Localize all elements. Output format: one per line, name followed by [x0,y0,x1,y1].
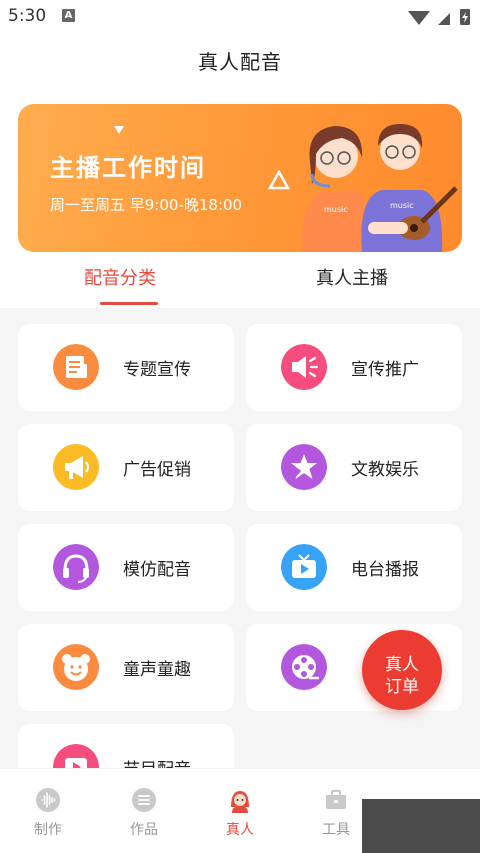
hero-section: 主播工作时间 周一至周五 早9:00-晚18:00 music music 配音… [0,90,480,308]
page-title: 真人配音 [198,50,282,74]
status-bar: 5:30 A [0,0,480,34]
nav-label: 作品 [130,822,158,838]
hosts-illustration: music music [301,124,458,252]
banner-title: 主播工作时间 [50,154,206,182]
category-label: 文教娱乐 [351,460,419,480]
category-label: 宣传推广 [351,360,419,380]
tv-icon [281,544,327,590]
category-card-imitation[interactable]: 模仿配音 [18,524,234,611]
category-card-ad-sales[interactable]: 广告促销 [18,424,234,511]
bottom-navigation: 制作 作品 真人 工具 [0,768,480,853]
work-hours-banner[interactable]: 主播工作时间 周一至周五 早9:00-晚18:00 music music [18,104,462,252]
toolbox-icon [326,790,346,809]
status-time: 5:30 [8,6,47,26]
category-card-kids-voice[interactable]: 童声童趣 [18,624,234,711]
bear-icon [53,644,99,690]
live-order-button[interactable]: 真人 订单 [362,630,442,710]
nav-item-works[interactable]: 作品 [96,787,192,839]
tab-dubbing-categories[interactable]: 配音分类 [0,264,240,290]
film-reel-icon [281,644,327,690]
category-card-edu-entertainment[interactable]: 文教娱乐 [246,424,462,511]
tab-bar: 配音分类 真人主播 [0,252,480,308]
svg-text:music: music [324,205,348,214]
fab-label-line2: 订单 [385,677,419,697]
list-icon [132,788,156,812]
category-card-topic-promo[interactable]: 专题宣传 [18,324,234,411]
obscured-overlay [362,799,480,853]
category-label: 模仿配音 [123,560,191,580]
category-label: 专题宣传 [123,360,191,380]
notification-a-icon: A [62,9,75,22]
triangle-decoration-icon [114,126,124,134]
headset-icon [53,544,99,590]
nav-label: 真人 [226,822,254,838]
active-tab-indicator [100,302,158,305]
nav-item-live[interactable]: 真人 [192,787,288,839]
category-label: 童声童趣 [123,660,191,680]
waveform-icon [36,788,60,812]
category-label: 电台播报 [351,560,419,580]
status-icons [408,9,470,25]
nav-item-make[interactable]: 制作 [0,787,96,839]
tab-live-hosts[interactable]: 真人主播 [232,264,472,290]
megaphone-icon [281,344,327,390]
category-label: 广告促销 [123,460,191,480]
svg-text:music: music [390,201,414,210]
person-icon [231,791,249,813]
document-icon [53,344,99,390]
category-card-radio[interactable]: 电台播报 [246,524,462,611]
app-bar: 真人配音 [0,34,480,90]
banner-subtitle: 周一至周五 早9:00-晚18:00 [50,196,243,214]
category-card-publicity[interactable]: 宣传推广 [246,324,462,411]
nav-label: 制作 [34,822,62,838]
bullhorn-icon [53,444,99,490]
star-icon [281,444,327,490]
